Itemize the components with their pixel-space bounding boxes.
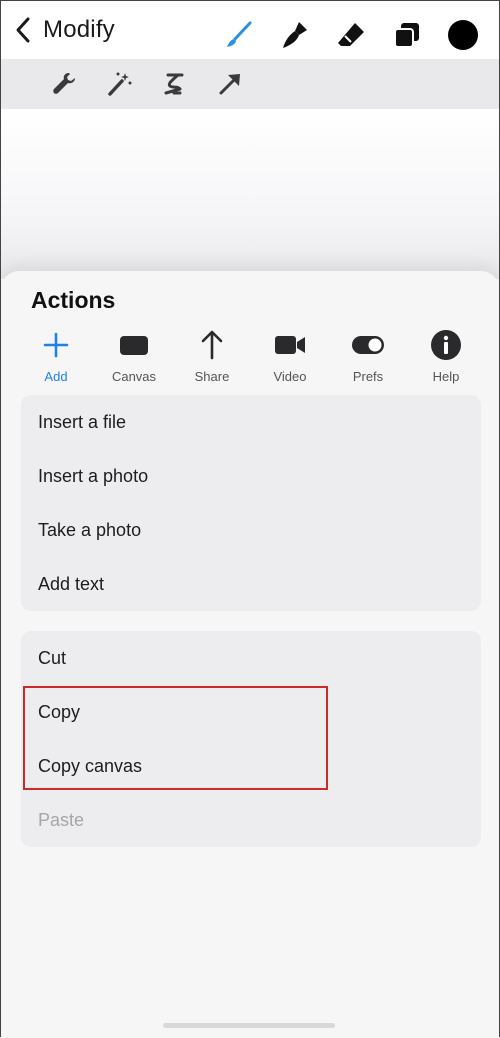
clipboard-group: Cut Copy Copy canvas Paste — [21, 631, 481, 847]
smudge-tool-button[interactable] — [267, 15, 323, 55]
transform-button[interactable] — [213, 67, 247, 101]
eraser-tool-button[interactable] — [323, 15, 379, 55]
chevron-left-icon — [16, 17, 30, 43]
smudge-icon — [283, 22, 307, 48]
insert-file-item[interactable]: Insert a file — [21, 395, 481, 449]
toggle-icon — [352, 336, 384, 354]
canvas-icon — [120, 336, 148, 355]
tab-help[interactable]: Help — [407, 327, 485, 384]
add-text-item[interactable]: Add text — [21, 557, 481, 611]
adjustments-button[interactable] — [103, 67, 137, 101]
paste-item: Paste — [38, 809, 85, 830]
brush-icon — [227, 21, 252, 47]
magic-wand-icon — [108, 72, 132, 96]
selection-icon — [164, 73, 184, 95]
canvas-area[interactable] — [1, 109, 499, 279]
add-items-group: Insert a file Insert a photo Take a phot… — [21, 395, 481, 611]
tab-label: Video — [273, 369, 307, 384]
copy-item[interactable]: Copy — [21, 685, 481, 739]
tab-label: Help — [432, 369, 460, 384]
wrench-icon — [53, 73, 75, 94]
tab-add[interactable]: Add — [17, 327, 95, 384]
layers-icon — [394, 23, 419, 48]
insert-photo-item[interactable]: Insert a photo — [21, 449, 481, 503]
actions-wrench-button[interactable] — [47, 67, 81, 101]
brush-tool-button[interactable] — [211, 15, 267, 55]
secondary-toolbar — [1, 59, 499, 109]
actions-panel: Actions Add Canvas Share Video Prefs Hel… — [1, 271, 499, 1038]
tab-label: Add — [44, 369, 68, 384]
eraser-icon — [338, 23, 364, 46]
tab-share[interactable]: Share — [173, 327, 251, 384]
color-icon — [448, 20, 478, 50]
panel-title: Actions — [31, 287, 116, 313]
home-indicator — [163, 1023, 335, 1028]
selection-button[interactable] — [157, 67, 191, 101]
actions-tabs: Add Canvas Share Video Prefs Help — [17, 327, 487, 387]
color-picker-button[interactable] — [435, 15, 491, 55]
tab-label: Canvas — [111, 369, 157, 384]
video-icon — [275, 336, 305, 354]
tab-label: Prefs — [352, 369, 384, 384]
top-toolbar: Modify — [1, 1, 499, 61]
back-button[interactable]: Modify — [13, 15, 115, 45]
transform-arrow-icon — [219, 74, 240, 95]
tab-video[interactable]: Video — [251, 327, 329, 384]
plus-icon — [43, 332, 69, 358]
tab-canvas[interactable]: Canvas — [95, 327, 173, 384]
cut-item[interactable]: Cut — [21, 631, 481, 685]
copy-canvas-item[interactable]: Copy canvas — [21, 739, 481, 793]
tab-label: Share — [194, 369, 230, 384]
back-label: Modify — [43, 16, 115, 43]
info-icon — [431, 330, 461, 360]
take-photo-item[interactable]: Take a photo — [21, 503, 481, 557]
tab-prefs[interactable]: Prefs — [329, 327, 407, 384]
share-icon — [201, 330, 223, 360]
layers-tool-button[interactable] — [379, 15, 435, 55]
